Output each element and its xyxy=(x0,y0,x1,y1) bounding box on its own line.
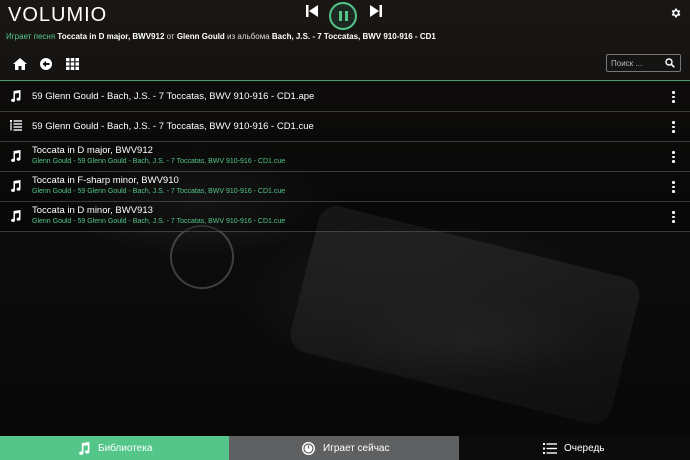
now-playing-prefix: Играет песня xyxy=(6,32,56,41)
now-playing-from-album: из альбома xyxy=(227,32,270,41)
back-button[interactable] xyxy=(40,57,52,75)
search-input[interactable] xyxy=(611,56,663,70)
grid-icon xyxy=(66,58,79,70)
browse-toolbar xyxy=(0,50,690,80)
list-item[interactable]: Toccata in D major, BWV912 Glenn Gould -… xyxy=(0,142,690,172)
list-item-title: Toccata in D minor, BWV913 xyxy=(32,205,153,216)
list-item-title: Toccata in D major, BWV912 xyxy=(32,145,153,156)
playlist-icon xyxy=(10,120,22,131)
tab-now-playing[interactable]: Играет сейчас xyxy=(229,436,459,460)
list-item-title: 59 Glenn Gould - Bach, J.S. - 7 Toccatas… xyxy=(32,121,314,132)
music-note-icon xyxy=(11,90,21,102)
gear-icon xyxy=(671,8,681,18)
music-note-icon xyxy=(11,150,21,162)
tab-queue[interactable]: Очередь xyxy=(459,436,690,460)
list-item-title: Toccata in F-sharp minor, BWV910 xyxy=(32,175,179,186)
grid-view-button[interactable] xyxy=(66,57,79,75)
next-track-button[interactable] xyxy=(370,4,382,18)
tab-queue-label: Очередь xyxy=(564,443,605,454)
music-note-icon xyxy=(79,442,90,455)
top-bar: VOLUMIO xyxy=(0,0,690,30)
list-item[interactable]: 59 Glenn Gould - Bach, J.S. - 7 Toccatas… xyxy=(0,82,690,112)
now-playing-artist: Glenn Gould xyxy=(176,32,225,41)
item-menu-button[interactable] xyxy=(672,121,676,133)
item-menu-button[interactable] xyxy=(672,91,676,103)
pause-button[interactable] xyxy=(329,2,357,30)
list-icon xyxy=(543,443,557,454)
list-top-divider xyxy=(0,80,690,81)
list-item[interactable]: Toccata in D minor, BWV913 Glenn Gould -… xyxy=(0,202,690,232)
list-item-subtitle: Glenn Gould - 59 Glenn Gould - Bach, J.S… xyxy=(32,188,286,195)
home-icon xyxy=(13,58,27,70)
now-playing-track: Toccata in D major, BWV912 xyxy=(57,32,165,41)
pause-icon xyxy=(339,11,342,21)
home-button[interactable] xyxy=(13,57,27,75)
play-circle-icon xyxy=(302,442,315,455)
tab-now-playing-label: Играет сейчас xyxy=(323,443,390,454)
item-menu-button[interactable] xyxy=(672,151,676,163)
now-playing-album: Bach, J.S. - 7 Toccatas, BWV 910-916 - C… xyxy=(271,32,436,41)
list-item[interactable]: Toccata in F-sharp minor, BWV910 Glenn G… xyxy=(0,172,690,202)
now-playing-by: от xyxy=(166,32,175,41)
music-note-icon xyxy=(11,180,21,192)
previous-track-button[interactable] xyxy=(306,4,318,18)
arrow-left-circle-icon xyxy=(40,58,52,70)
music-note-icon xyxy=(11,210,21,222)
list-item-subtitle: Glenn Gould - 59 Glenn Gould - Bach, J.S… xyxy=(32,158,286,165)
item-menu-button[interactable] xyxy=(672,211,676,223)
volumio-logo: VOLUMIO xyxy=(8,4,108,26)
skip-previous-icon xyxy=(306,5,318,17)
tab-library-label: Библиотека xyxy=(98,443,153,454)
settings-button[interactable] xyxy=(670,6,682,24)
skip-next-icon xyxy=(370,5,382,17)
now-playing-info: Играет песня Toccata in D major, BWV912 … xyxy=(6,32,436,41)
item-menu-button[interactable] xyxy=(672,181,676,193)
search-box[interactable] xyxy=(606,54,681,72)
tab-library[interactable]: Библиотека xyxy=(0,436,229,460)
bottom-tab-bar: Библиотека Играет сейчас Очередь xyxy=(0,436,690,460)
pause-icon-bar xyxy=(345,11,348,21)
list-item-title: 59 Glenn Gould - Bach, J.S. - 7 Toccatas… xyxy=(32,91,315,102)
list-item[interactable]: 59 Glenn Gould - Bach, J.S. - 7 Toccatas… xyxy=(0,112,690,142)
search-icon[interactable] xyxy=(665,58,675,68)
list-item-subtitle: Glenn Gould - 59 Glenn Gould - Bach, J.S… xyxy=(32,218,286,225)
